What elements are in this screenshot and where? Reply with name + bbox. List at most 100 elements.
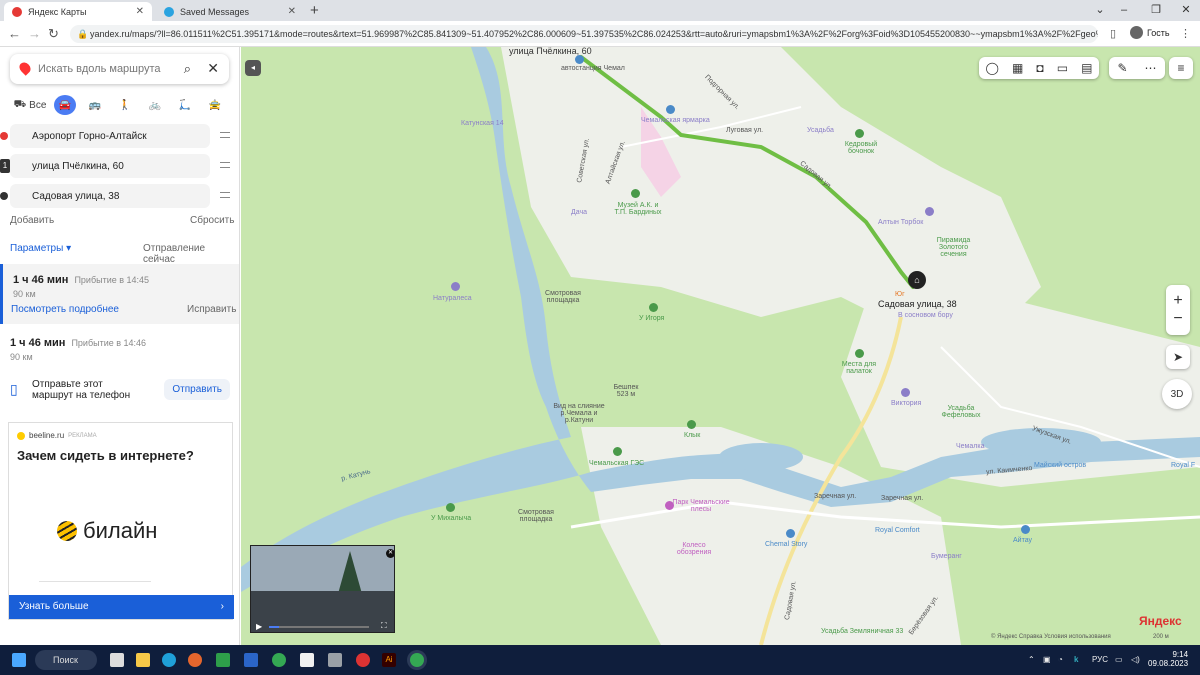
map-label-pyramid[interactable]: Пирамида Золотого сечения [931,237,976,258]
profile-button[interactable]: Гость [1130,26,1170,39]
panorama-icon[interactable]: ◯ [986,61,999,75]
video-player[interactable]: ✕ ▶ ⛶ [250,545,395,633]
excel-icon[interactable] [216,653,230,667]
system-clock[interactable]: 9:14 09.08.2023 [1148,650,1188,668]
sight-icon[interactable] [687,420,696,429]
browser-menu-icon[interactable]: ⋮ [1180,27,1191,40]
map-label-aitau[interactable]: Айтау [1013,537,1032,544]
map-label-viktoria[interactable]: Виктория [891,400,921,407]
back-icon[interactable]: ← [8,26,21,41]
advertisement[interactable]: beeline.ru РЕКЛАМА Зачем сидеть в интерне… [8,422,234,620]
more-icon[interactable]: ⋯ [1145,61,1157,75]
map-label-park[interactable]: Парк Чемальские плесы [671,499,731,513]
firefox-icon[interactable] [188,653,202,667]
map-label-dacha[interactable]: Дача [571,209,587,216]
fullscreen-icon[interactable]: ⛶ [381,621,387,631]
mode-bus-button[interactable]: 🚌 [80,95,110,115]
taskbar-search[interactable]: Поиск [35,650,97,670]
map-label-confluence-view[interactable]: Вид на слияние р.Чемала и р.Катуни [553,403,605,424]
tray-k-icon[interactable]: k [1074,655,1078,664]
layers-icon[interactable]: ▤ [1081,61,1092,75]
reset-button[interactable]: Сбросить [190,215,234,226]
map-label-bumerang[interactable]: Бумеранг [931,553,962,560]
museum-icon[interactable] [631,189,640,198]
food-icon[interactable] [855,129,864,138]
map-label-camping[interactable]: Места для палаток [839,361,879,375]
zoom-in-button[interactable]: + [1173,292,1182,310]
hotel-icon[interactable] [1021,525,1030,534]
illustrator-icon[interactable]: Ai [382,653,396,667]
volume-icon[interactable]: ◁) [1131,655,1140,664]
parameters-dropdown[interactable]: Параметры ▾ [10,243,71,254]
menu-icon[interactable]: ≡ [1169,57,1193,79]
map-label-bus-station[interactable]: автостанция Чемал [561,65,625,72]
reload-icon[interactable]: ↻ [48,26,59,42]
hotel-icon[interactable] [786,529,795,538]
map-label-usadba-f[interactable]: Усадьба Фефеловых [941,405,981,419]
notes-icon[interactable] [300,653,314,667]
tray-app-icon[interactable]: ▣ [1043,655,1051,664]
map-label-klyk[interactable]: Клык [684,432,700,439]
mode-all-button[interactable]: ⛟ Все [10,95,50,115]
map-copyright[interactable]: © Яндекс Справка Условия использования [991,634,1111,640]
tab-yandex-maps[interactable]: Яндекс Карты ✕ [4,2,152,21]
tray-chevron-icon[interactable]: ⌃ [1028,655,1035,664]
app-icon[interactable] [356,653,370,667]
cafe-icon[interactable] [649,303,658,312]
map-label-kedr[interactable]: Кедровый бочонок [841,141,881,155]
route-point-via[interactable]: 1 улица Пчёлкина, 60 [0,154,230,178]
route-point-end[interactable]: Садовая улица, 38 [0,184,230,208]
close-window-icon[interactable]: ✕ [1166,0,1200,21]
park-icon[interactable] [665,501,674,510]
calculator-icon[interactable] [328,653,342,667]
hotel-icon[interactable] [451,282,460,291]
close-icon[interactable]: ✕ [207,60,219,77]
ruler-icon[interactable]: ✎ [1117,61,1127,75]
map-label-igor[interactable]: У Игоря [639,315,664,322]
forward-icon[interactable]: → [28,26,41,41]
chrome-icon[interactable] [272,653,286,667]
traffic-icon[interactable]: ▦ [1012,61,1023,75]
network-icon[interactable]: ▭ [1115,655,1123,664]
map-label-naturales[interactable]: Натуралеса [433,295,472,302]
close-tab-icon[interactable]: ✕ [136,6,144,17]
map-label-katunskaya[interactable]: Катунская 14 [461,120,504,127]
close-video-icon[interactable]: ✕ [386,549,394,558]
map-label-chemalka[interactable]: Чемалка [956,443,984,450]
map-label-chemal-story[interactable]: Chemal Story [765,541,807,548]
departure-time-button[interactable]: Отправление сейчас [143,243,239,265]
mode-taxi-button[interactable]: 🚖 [200,95,230,115]
zoom-out-button[interactable]: − [1173,310,1182,328]
sight-icon[interactable] [613,447,622,456]
drag-handle-icon[interactable] [220,132,230,138]
bus-stop-icon[interactable] [575,55,584,64]
video-progress[interactable] [269,626,369,628]
word-icon[interactable] [244,653,258,667]
map-label-usadba-z[interactable]: Усадьба Земляничная 33 [821,628,903,635]
new-tab-icon[interactable]: + [310,2,319,19]
camera-icon[interactable]: ◘ [1036,61,1043,75]
map-label-yug[interactable]: Юг [895,291,905,298]
map-label-viewpoint-1[interactable]: Смотровая площадка [543,290,583,304]
map-label-viewpoint-2[interactable]: Смотровая площадка [516,509,556,523]
search-icon[interactable]: ⌕ [184,61,191,77]
tent-icon[interactable] [855,349,864,358]
map-label-museum[interactable]: Музей А.К. и Т.П. Бардиных [613,202,663,216]
language-indicator[interactable]: РУС [1092,655,1108,664]
mode-scooter-button[interactable]: 🛴 [170,95,200,115]
map-label-beshpek[interactable]: Бешпек 523 м [611,384,641,398]
map-label-royal-f[interactable]: Royal F [1171,462,1195,469]
hotel-icon[interactable] [901,388,910,397]
route-details-link[interactable]: Посмотреть подробнее [11,304,119,315]
windows-start-icon[interactable] [12,653,26,667]
collapse-sidebar-icon[interactable]: ◂ [245,60,261,76]
map-label-usadba[interactable]: Усадьба [807,127,834,134]
map-label-sosnovy[interactable]: В сосновом бору [898,312,953,319]
url-field[interactable]: 🔒 yandex.ru/maps/?ll=86.011511%2C51.3951… [70,25,1098,43]
market-icon[interactable] [666,105,675,114]
map-label-royal-comfort[interactable]: Royal Comfort [875,527,920,534]
cafe-icon[interactable] [446,503,455,512]
mode-bike-button[interactable]: 🚲 [140,95,170,115]
route-fix-link[interactable]: Исправить [187,304,236,315]
route-option-1[interactable]: 1 ч 46 мин Прибытие в 14:45 90 км Посмотр… [0,264,239,324]
